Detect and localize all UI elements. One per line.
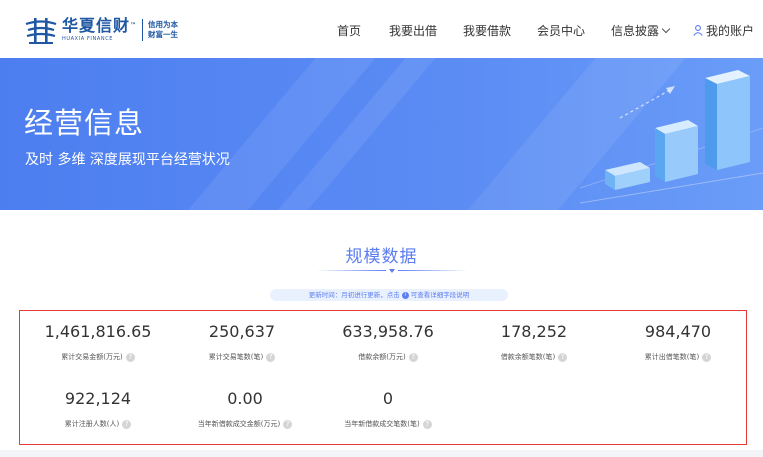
nav-member-center[interactable]: 会员中心 [537,22,585,39]
help-icon[interactable]: ? [266,352,276,362]
chevron-down-icon [661,24,671,34]
stat-label: 累计交易笔数(笔) [208,353,264,361]
stat-loan-balance-count: 178,252 借款余额笔数(笔)? [464,322,604,362]
stat-new-loan-count-this-year: 0 当年新借款成交笔数(笔)? [318,389,458,429]
title-divider-right [398,270,468,271]
nav-borrow[interactable]: 我要借款 [463,22,511,39]
logo-trademark: ™ [130,22,138,29]
stat-value: 0.00 [227,389,263,408]
stat-loan-balance: 633,958.76 借款余额(万元)? [318,322,458,362]
logo-text: 华夏信财 [62,16,131,35]
page-subtitle: 及时 多维 深度展现平台经营状况 [25,152,230,168]
stat-label: 当年新借款成交笔数(笔) [344,420,420,428]
page-title: 经营信息 [24,106,145,140]
nav-disclosure[interactable]: 信息披露 [611,22,671,39]
stat-total-lending-count: 984,470 累计出借笔数(笔)? [608,322,748,362]
nav-home[interactable]: 首页 [337,22,361,39]
update-notice: 更新时间：月初进行更新，点击 i 可查看详细字段说明 [270,289,508,301]
bar-chart-illustration-icon [580,70,763,204]
stat-value: 922,124 [64,389,132,408]
logo-english: HUAXIA FINANCE [62,36,114,42]
logo-slogan: 信用为本 财富一生 [148,20,179,39]
hero-banner: 经营信息 及时 多维 深度展现平台经营状况 [0,58,763,210]
nav-my-account[interactable]: 我的账户 [693,22,754,39]
help-icon[interactable]: ? [408,352,418,362]
help-icon[interactable]: ? [702,352,712,362]
page-bottom-band [0,450,763,457]
stat-label: 累计交易金额(万元) [61,353,123,361]
help-icon[interactable]: ? [125,352,135,362]
title-divider-left [316,270,386,271]
help-icon[interactable]: ? [558,352,568,362]
stat-new-loan-amount-this-year: 0.00 当年新借款成交金额(万元)? [172,389,318,429]
help-icon[interactable]: ? [283,419,293,429]
stat-total-registered-users: 922,124 累计注册人数(人)? [28,389,168,429]
logo-divider [142,19,144,41]
stat-value: 633,958.76 [342,322,434,341]
stat-total-transaction-count: 250,637 累计交易笔数(笔)? [172,322,312,362]
stat-value: 0 [382,389,394,408]
nav-invest[interactable]: 我要出借 [389,22,437,39]
stat-value: 250,637 [208,322,276,341]
help-icon[interactable]: ? [122,419,132,429]
stat-value: 178,252 [500,322,568,341]
logo[interactable]: 华夏信财™ HUAXIA FINANCE 信用为本 财富一生 [24,14,178,46]
logo-mark-icon [24,15,58,45]
stat-label: 累计注册人数(人) [64,420,120,428]
stat-label: 当年新借款成交金额(万元) [197,420,281,428]
section-title: 规模数据 [345,247,418,267]
info-icon[interactable]: i [401,291,409,299]
stat-value: 984,470 [644,322,712,341]
header: 华夏信财™ HUAXIA FINANCE 信用为本 财富一生 首页 我要出借 我… [0,0,763,58]
stat-label: 借款余额笔数(笔) [500,353,556,361]
stat-label: 累计出借笔数(笔) [644,353,700,361]
stat-total-transaction-amount: 1,461,816.65 累计交易金额(万元)? [28,322,168,362]
stat-label: 借款余额(万元) [358,353,406,361]
title-divider-arrow-icon [389,269,395,273]
user-icon [693,25,703,36]
stat-value: 1,461,816.65 [44,322,152,341]
help-icon[interactable]: ? [422,419,432,429]
